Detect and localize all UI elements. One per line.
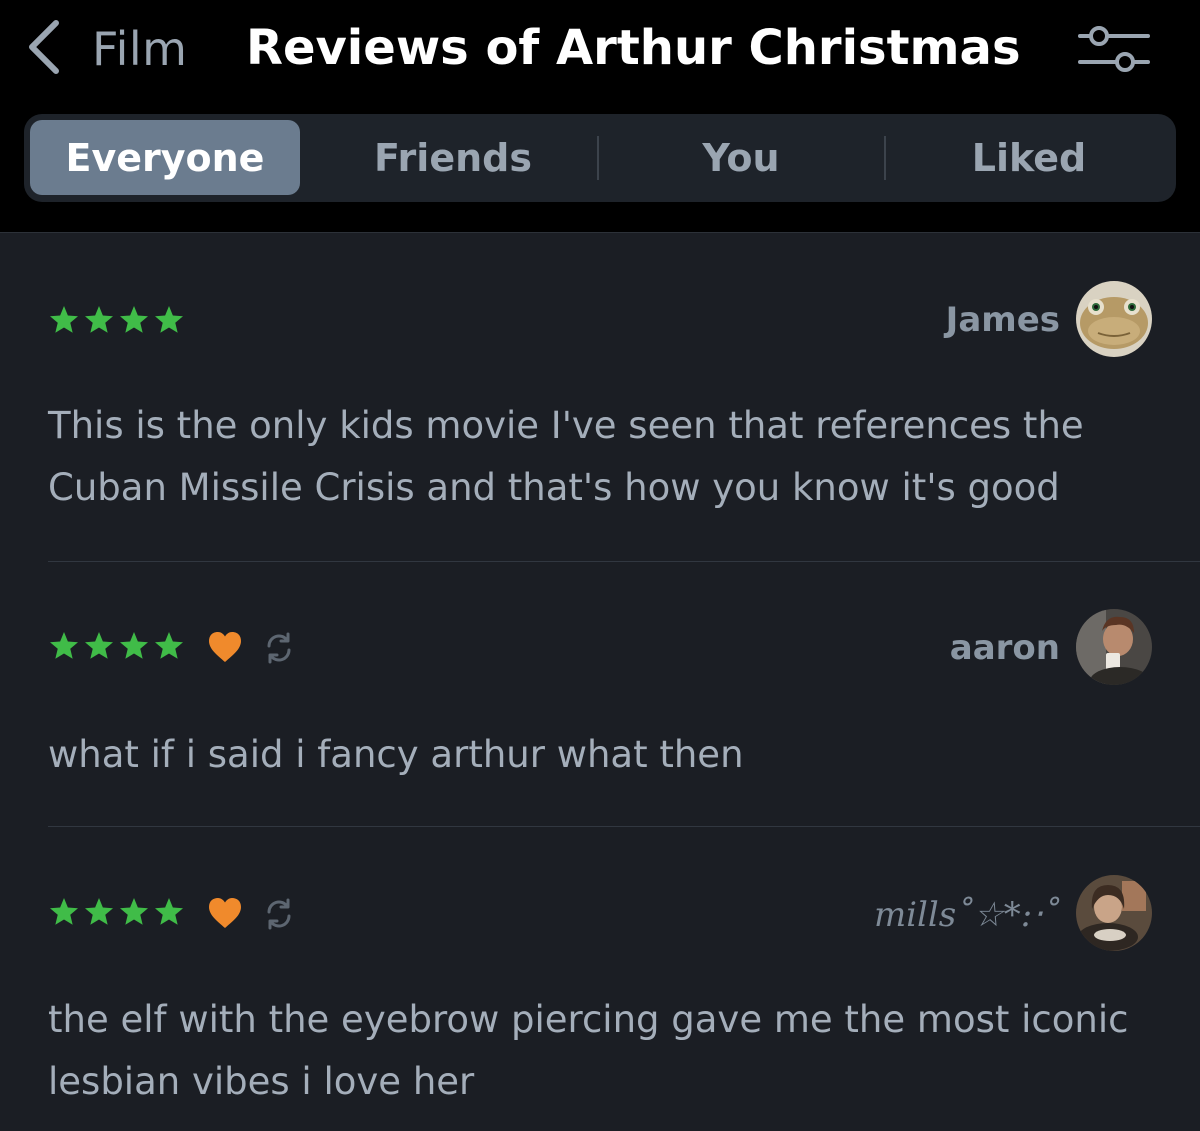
top-bar: Film Reviews of Arthur Christmas Everyon… [0, 0, 1200, 233]
review-text: This is the only kids movie I've seen th… [48, 404, 1084, 509]
user-photo-avatar-icon [1076, 609, 1152, 685]
star-icon [85, 632, 113, 659]
review-text: the elf with the eyebrow piercing gave m… [48, 998, 1129, 1103]
star-icon [50, 632, 78, 659]
tab-you[interactable]: You [599, 114, 883, 202]
review-text: what if i said i fancy arthur what then [48, 733, 744, 776]
star-icon [155, 306, 183, 333]
heart-icon [209, 632, 241, 662]
sliders-icon [1078, 26, 1150, 72]
review-filter-tabs: Everyone Friends You Liked [24, 114, 1176, 202]
reviewer-name[interactable]: aaron [950, 628, 1060, 668]
review-item[interactable]: mills˚☆*:‧˚ the elf with the eyebrow pie… [0, 827, 1200, 1131]
rewatch-icon [267, 632, 291, 664]
back-label: Film [92, 22, 188, 76]
star-icon [155, 898, 183, 925]
review-item[interactable]: James This is the only kids movie I've s… [0, 234, 1200, 561]
avatar[interactable] [1076, 609, 1152, 685]
reviewer-name[interactable]: mills˚☆*:‧˚ [874, 895, 1060, 935]
tab-friends[interactable]: Friends [310, 114, 596, 202]
star-icon [85, 898, 113, 925]
star-rating [48, 630, 185, 662]
page-title: Reviews of Arthur Christmas [246, 20, 1021, 76]
star-icon [85, 306, 113, 333]
star-rating [48, 304, 185, 336]
user-photo-avatar-icon [1076, 875, 1152, 951]
tab-everyone[interactable]: Everyone [30, 120, 300, 195]
filter-button[interactable] [1068, 20, 1160, 80]
star-icon [120, 306, 148, 333]
rewatch-icon [267, 898, 291, 930]
star-icon [50, 306, 78, 333]
back-button[interactable]: Film [22, 16, 187, 82]
star-icon [50, 898, 78, 925]
turtle-avatar-icon [1076, 281, 1152, 357]
star-icon [120, 632, 148, 659]
review-item[interactable]: aaron what if i said i fancy arthur what… [0, 562, 1200, 826]
avatar[interactable] [1076, 875, 1152, 951]
chevron-left-icon [22, 17, 66, 81]
star-icon [120, 898, 148, 925]
star-rating [48, 896, 185, 928]
star-icon [155, 632, 183, 659]
tab-liked[interactable]: Liked [886, 114, 1172, 202]
reviewer-name[interactable]: James [946, 300, 1060, 340]
heart-icon [209, 898, 241, 928]
avatar[interactable] [1076, 281, 1152, 357]
